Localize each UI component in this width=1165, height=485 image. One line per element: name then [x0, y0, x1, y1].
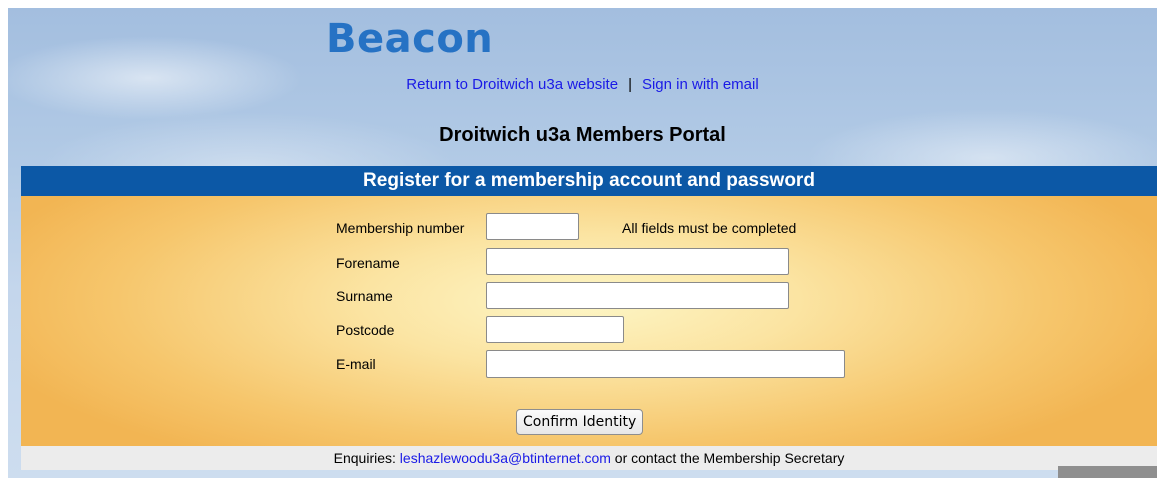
footer-prefix: Enquiries: [333, 450, 400, 466]
email-input[interactable] [486, 350, 845, 378]
top-links: Return to Droitwich u3a website | Sign in … [0, 76, 1165, 93]
required-fields-note: All fields must be completed [622, 220, 797, 236]
forename-label: Forename [336, 255, 400, 271]
postcode-input[interactable] [486, 316, 624, 343]
portal-title: Droitwich u3a Members Portal [439, 124, 726, 146]
email-label: E-mail [336, 356, 376, 372]
form-header: Register for a membership account and pa… [21, 166, 1157, 196]
sign-in-with-email-link[interactable]: Sign in with email [642, 76, 759, 93]
membership-number-label: Membership number [336, 220, 465, 236]
enquiries-email-link[interactable]: leshazlewoodu3a@btinternet.com [400, 450, 611, 466]
registration-form: Register for a membership account and pa… [21, 166, 1157, 470]
membership-number-input[interactable] [486, 213, 579, 240]
postcode-label: Postcode [336, 322, 395, 338]
confirm-identity-button[interactable]: Confirm Identity [516, 409, 644, 435]
forename-input[interactable] [486, 248, 789, 275]
enquiries-footer: Enquiries: leshazlewoodu3a@btinternet.co… [21, 446, 1157, 470]
beacon-logo: Beacon [326, 16, 494, 62]
surname-input[interactable] [486, 282, 789, 309]
corner-graphic [1058, 466, 1157, 478]
surname-label: Surname [336, 288, 393, 304]
return-to-website-link[interactable]: Return to Droitwich u3a website [406, 76, 618, 93]
footer-suffix: or contact the Membership Secretary [610, 450, 845, 466]
link-separator: | [628, 76, 632, 93]
